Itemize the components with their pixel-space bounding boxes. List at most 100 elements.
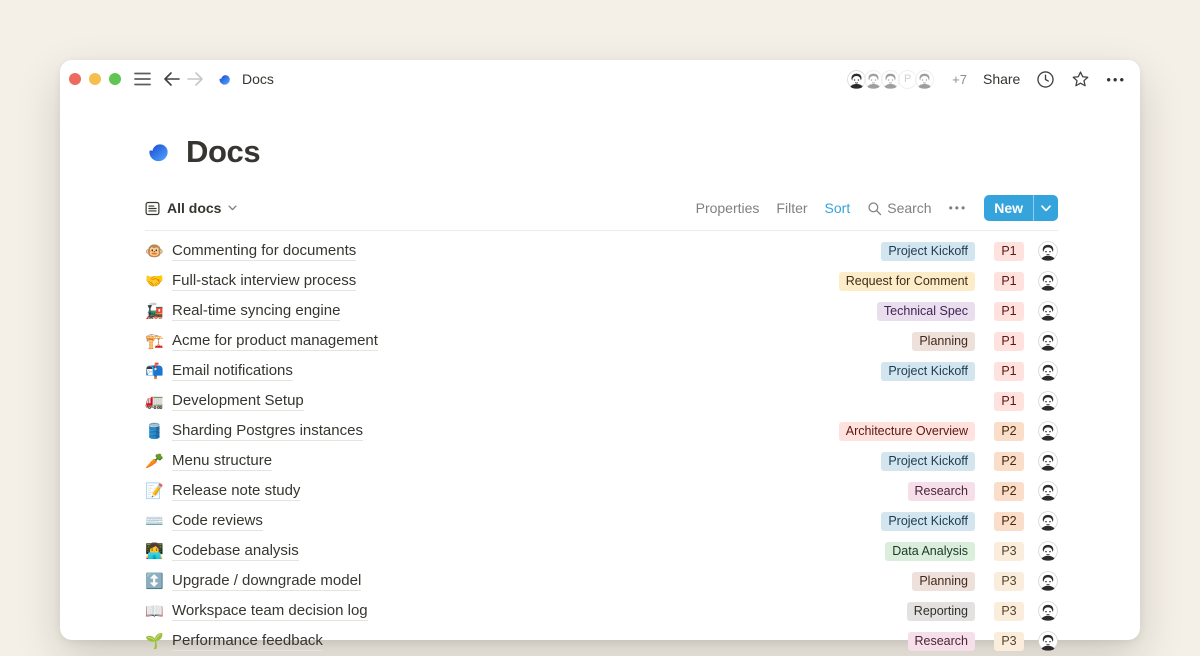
back-arrow-icon[interactable] bbox=[163, 72, 180, 86]
forward-arrow-icon[interactable] bbox=[187, 72, 204, 86]
doc-title[interactable]: Email notifications bbox=[172, 362, 293, 381]
zoom-window-button[interactable] bbox=[109, 73, 121, 85]
properties-button[interactable]: Properties bbox=[696, 200, 760, 216]
doc-row[interactable]: 🚂 Real-time syncing engine Technical Spe… bbox=[145, 296, 1058, 326]
assignee-avatar[interactable] bbox=[1038, 481, 1058, 501]
collaborator-avatar[interactable] bbox=[913, 68, 936, 91]
doc-row[interactable]: 🤝 Full-stack interview process Request f… bbox=[145, 266, 1058, 296]
doc-emoji-icon: 📖 bbox=[145, 604, 172, 619]
doc-title[interactable]: Performance feedback bbox=[172, 632, 323, 651]
search-button[interactable]: Search bbox=[867, 200, 931, 216]
assignee-avatar[interactable] bbox=[1038, 511, 1058, 531]
doc-title[interactable]: Menu structure bbox=[172, 452, 272, 471]
doc-type-tag[interactable]: Research bbox=[908, 482, 976, 501]
doc-type-tag[interactable]: Request for Comment bbox=[839, 272, 975, 291]
doc-row[interactable]: ⌨️ Code reviews Project Kickoff P2 bbox=[145, 506, 1058, 536]
doc-title[interactable]: Full-stack interview process bbox=[172, 272, 356, 291]
docs-list: 🐵 Commenting for documents Project Kicko… bbox=[145, 236, 1058, 656]
doc-type-tag[interactable]: Planning bbox=[912, 332, 975, 351]
doc-title[interactable]: Codebase analysis bbox=[172, 542, 299, 561]
doc-emoji-icon: 🛢️ bbox=[145, 424, 172, 439]
assignee-avatar[interactable] bbox=[1038, 271, 1058, 291]
doc-type-tag[interactable]: Technical Spec bbox=[877, 302, 975, 321]
assignee-avatar[interactable] bbox=[1038, 361, 1058, 381]
sidebar-menu-icon[interactable] bbox=[134, 72, 151, 86]
doc-priority-badge[interactable]: P2 bbox=[994, 482, 1024, 501]
doc-priority-badge[interactable]: P3 bbox=[994, 632, 1024, 651]
doc-emoji-icon: 📬 bbox=[145, 364, 172, 379]
favorite-star-icon[interactable] bbox=[1071, 70, 1090, 89]
doc-type-tag[interactable]: Data Analysis bbox=[885, 542, 975, 561]
assignee-avatar[interactable] bbox=[1038, 331, 1058, 351]
doc-title[interactable]: Real-time syncing engine bbox=[172, 302, 340, 321]
doc-type-tag[interactable]: Reporting bbox=[907, 602, 975, 621]
updates-clock-icon[interactable] bbox=[1036, 70, 1055, 89]
doc-priority-badge[interactable]: P1 bbox=[994, 362, 1024, 381]
doc-priority-badge[interactable]: P2 bbox=[994, 512, 1024, 531]
page-spiral-icon bbox=[145, 137, 175, 167]
doc-emoji-icon: 🚛 bbox=[145, 394, 172, 409]
doc-type-tag[interactable]: Architecture Overview bbox=[839, 422, 975, 441]
doc-row[interactable]: 📖 Workspace team decision log Reporting … bbox=[145, 596, 1058, 626]
more-options-icon[interactable]: ••• bbox=[1106, 72, 1126, 87]
doc-row[interactable]: 🏗️ Acme for product management Planning … bbox=[145, 326, 1058, 356]
doc-title[interactable]: Commenting for documents bbox=[172, 242, 356, 261]
assignee-avatar[interactable] bbox=[1038, 631, 1058, 651]
doc-row[interactable]: 📝 Release note study Research P2 bbox=[145, 476, 1058, 506]
doc-type-tag[interactable]: Research bbox=[908, 632, 976, 651]
doc-row[interactable]: 👩‍💻 Codebase analysis Data Analysis P3 bbox=[145, 536, 1058, 566]
doc-priority-badge[interactable]: P1 bbox=[994, 242, 1024, 261]
assignee-avatar[interactable] bbox=[1038, 571, 1058, 591]
doc-row[interactable]: 🥕 Menu structure Project Kickoff P2 bbox=[145, 446, 1058, 476]
doc-priority-badge[interactable]: P1 bbox=[994, 392, 1024, 411]
doc-row[interactable]: ↕️ Upgrade / downgrade model Planning P3 bbox=[145, 566, 1058, 596]
new-button[interactable]: New bbox=[984, 195, 1058, 221]
assignee-avatar[interactable] bbox=[1038, 301, 1058, 321]
doc-title[interactable]: Upgrade / downgrade model bbox=[172, 572, 361, 591]
doc-priority-badge[interactable]: P1 bbox=[994, 302, 1024, 321]
view-more-icon[interactable]: ••• bbox=[949, 201, 968, 215]
share-button[interactable]: Share bbox=[983, 71, 1020, 87]
new-dropdown-chevron[interactable] bbox=[1033, 195, 1058, 221]
doc-priority-badge[interactable]: P2 bbox=[994, 422, 1024, 441]
doc-type-tag[interactable]: Project Kickoff bbox=[881, 512, 975, 531]
assignee-avatar[interactable] bbox=[1038, 451, 1058, 471]
doc-emoji-icon: ↕️ bbox=[145, 574, 172, 589]
doc-row[interactable]: 🛢️ Sharding Postgres instances Architect… bbox=[145, 416, 1058, 446]
doc-title[interactable]: Release note study bbox=[172, 482, 300, 501]
view-selector[interactable]: All docs bbox=[145, 200, 237, 216]
doc-row[interactable]: 📬 Email notifications Project Kickoff P1 bbox=[145, 356, 1058, 386]
doc-title[interactable]: Workspace team decision log bbox=[172, 602, 368, 621]
doc-type-tag[interactable]: Planning bbox=[912, 572, 975, 591]
page-title: Docs bbox=[186, 134, 260, 170]
assignee-avatar[interactable] bbox=[1038, 601, 1058, 621]
doc-priority-badge[interactable]: P3 bbox=[994, 572, 1024, 591]
doc-row[interactable]: 🚛 Development Setup P1 bbox=[145, 386, 1058, 416]
sort-button[interactable]: Sort bbox=[825, 200, 851, 216]
doc-priority-badge[interactable]: P2 bbox=[994, 452, 1024, 471]
doc-row[interactable]: 🌱 Performance feedback Research P3 bbox=[145, 626, 1058, 656]
doc-type-tag[interactable]: Project Kickoff bbox=[881, 362, 975, 381]
assignee-avatar[interactable] bbox=[1038, 421, 1058, 441]
doc-priority-badge[interactable]: P3 bbox=[994, 542, 1024, 561]
assignee-avatar[interactable] bbox=[1038, 541, 1058, 561]
assignee-avatar[interactable] bbox=[1038, 241, 1058, 261]
doc-emoji-icon: 🐵 bbox=[145, 244, 172, 259]
page-header: Docs bbox=[145, 131, 1058, 173]
doc-type-tag[interactable]: Project Kickoff bbox=[881, 452, 975, 471]
doc-title[interactable]: Acme for product management bbox=[172, 332, 378, 351]
doc-title[interactable]: Development Setup bbox=[172, 392, 304, 411]
minimize-window-button[interactable] bbox=[89, 73, 101, 85]
doc-title[interactable]: Code reviews bbox=[172, 512, 263, 531]
doc-emoji-icon: 🚂 bbox=[145, 304, 172, 319]
doc-title[interactable]: Sharding Postgres instances bbox=[172, 422, 363, 441]
doc-priority-badge[interactable]: P3 bbox=[994, 602, 1024, 621]
close-window-button[interactable] bbox=[69, 73, 81, 85]
doc-row[interactable]: 🐵 Commenting for documents Project Kicko… bbox=[145, 236, 1058, 266]
filter-button[interactable]: Filter bbox=[776, 200, 807, 216]
doc-priority-badge[interactable]: P1 bbox=[994, 272, 1024, 291]
doc-priority-badge[interactable]: P1 bbox=[994, 332, 1024, 351]
assignee-avatar[interactable] bbox=[1038, 391, 1058, 411]
doc-type-tag[interactable]: Project Kickoff bbox=[881, 242, 975, 261]
collaborators-overflow-count: +7 bbox=[952, 72, 967, 87]
